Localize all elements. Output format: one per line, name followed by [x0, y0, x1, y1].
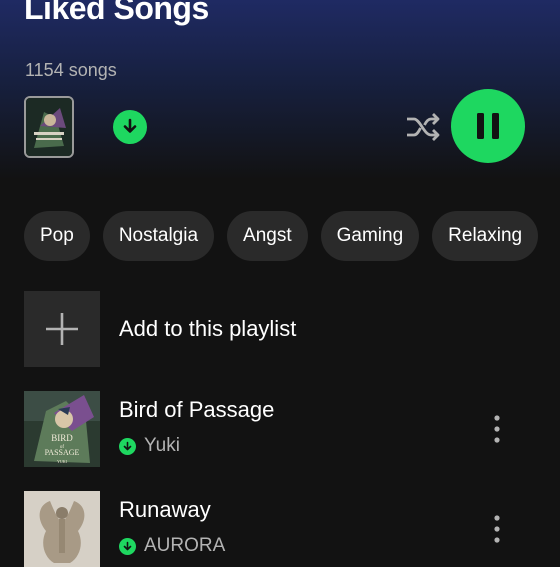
downloaded-icon [119, 537, 136, 555]
track-artist: Yuki [144, 435, 180, 456]
cover-title-line1: BIRD [51, 433, 73, 443]
download-arrow-icon [123, 118, 137, 133]
more-options-button[interactable] [484, 409, 510, 449]
add-tile [24, 291, 100, 367]
page-title: Liked Songs [24, 0, 209, 26]
add-to-playlist-label: Add to this playlist [119, 316, 297, 341]
track-subtitle: AURORA [119, 535, 225, 557]
more-vertical-icon [494, 415, 500, 443]
download-arrow-icon [123, 441, 132, 450]
more-vertical-icon [494, 515, 500, 543]
runaway-cover [24, 491, 100, 567]
filter-chip-pop[interactable]: Pop [24, 211, 90, 261]
track-cover-art [24, 491, 100, 567]
filter-chip-nostalgia[interactable]: Nostalgia [102, 211, 215, 261]
download-arrow-icon [123, 541, 132, 550]
filter-chips: Pop Nostalgia Angst Gaming Relaxing [24, 211, 539, 261]
playlist-cover-thumbnail[interactable] [24, 96, 74, 158]
download-button[interactable] [113, 110, 147, 144]
shuffle-button[interactable] [402, 107, 444, 147]
pause-button[interactable] [451, 89, 525, 163]
track-row[interactable]: Runaway AURORA [24, 491, 536, 567]
pause-icon [477, 113, 499, 139]
cover-artist: YUKI [57, 459, 68, 464]
track-title: Runaway [119, 497, 211, 522]
filter-chip-relaxing[interactable]: Relaxing [432, 211, 539, 261]
track-artist: AURORA [144, 535, 226, 556]
bird-of-passage-cover: BIRD of PASSAGE YUKI [24, 391, 100, 467]
cover-title-line3: PASSAGE [45, 448, 80, 457]
filter-chip-gaming[interactable]: Gaming [320, 211, 420, 261]
cover-art [26, 98, 72, 156]
track-row[interactable]: BIRD of PASSAGE YUKI Bird of Passage Yuk… [24, 391, 536, 467]
track-cover-art: BIRD of PASSAGE YUKI [24, 391, 100, 467]
shuffle-icon [407, 113, 440, 141]
track-subtitle: Yuki [119, 435, 180, 457]
filter-chip-angst[interactable]: Angst [227, 211, 308, 261]
add-to-playlist-row[interactable]: Add to this playlist [24, 291, 296, 367]
downloaded-icon [119, 437, 136, 455]
plus-icon [46, 313, 78, 345]
track-title: Bird of Passage [119, 397, 275, 422]
more-options-button[interactable] [484, 509, 510, 549]
song-count: 1154 songs [25, 60, 117, 80]
